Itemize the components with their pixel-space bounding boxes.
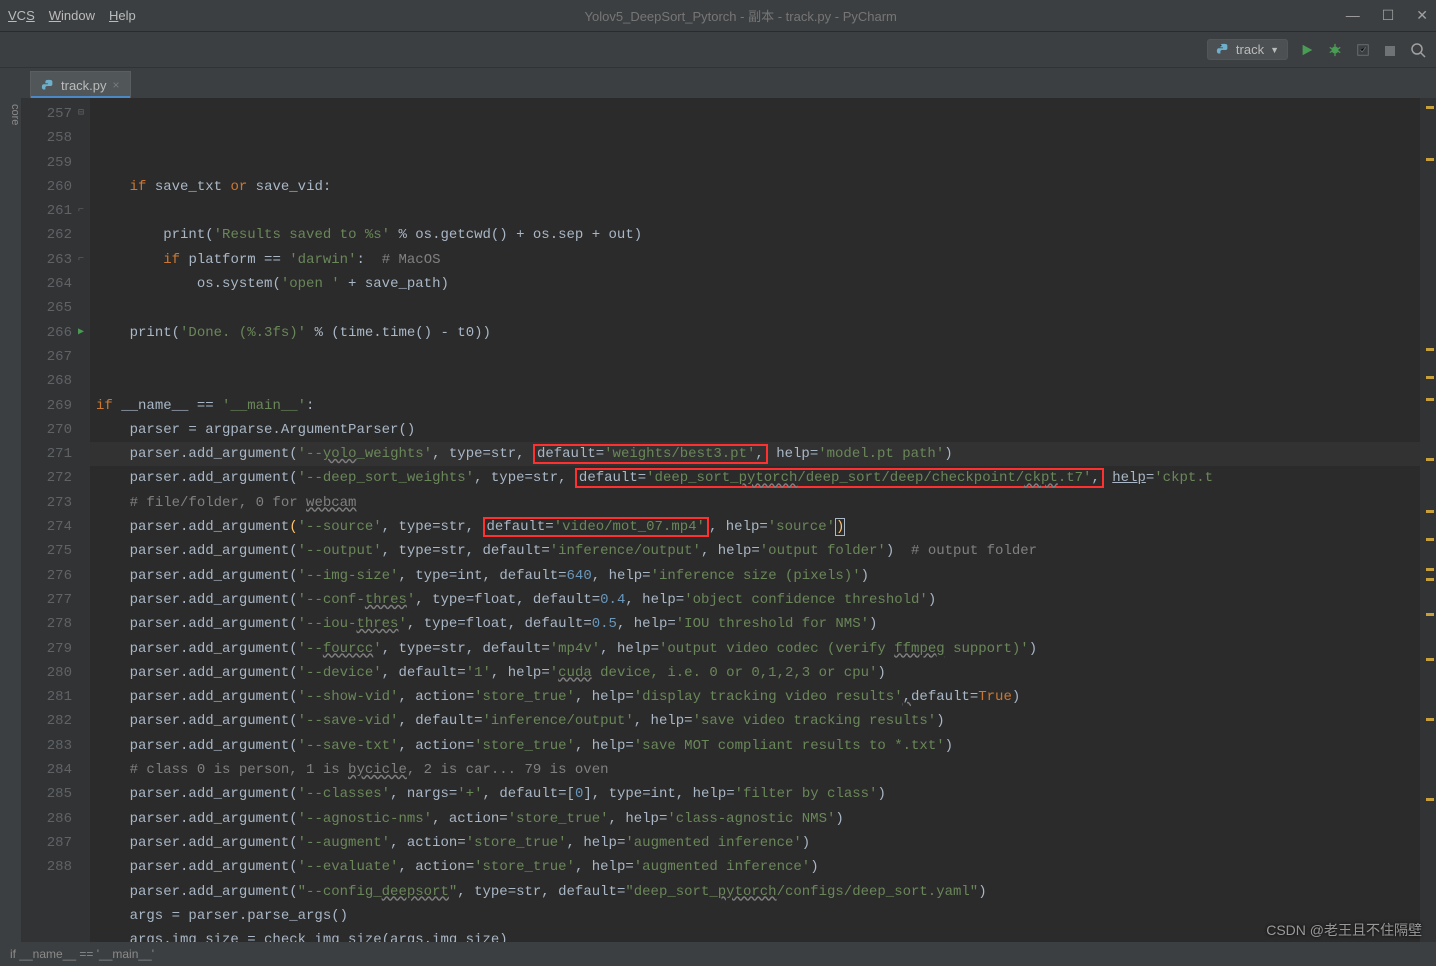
minimize-icon[interactable]: ― (1346, 7, 1360, 24)
editor-tabs: track.py × (0, 68, 1436, 98)
coverage-icon[interactable] (1356, 42, 1370, 58)
run-config-dropdown[interactable]: track ▼ (1207, 39, 1288, 61)
window-controls: ― ☐ ✕ (1346, 7, 1428, 24)
maximize-icon[interactable]: ☐ (1382, 7, 1395, 24)
tab-close-icon[interactable]: × (113, 78, 120, 92)
toolbar: track ▼ (0, 32, 1436, 68)
tab-label: track.py (61, 78, 107, 93)
side-tool-label[interactable]: core (0, 98, 22, 942)
breadcrumb-bar: if __name__ == '__main__' (0, 942, 1436, 966)
marker-strip[interactable] (1420, 98, 1436, 942)
line-gutter: 2572582592602612622632642652662672682692… (22, 98, 90, 942)
window-title: Yolov5_DeepSort_Pytorch - 副本 - track.py … (136, 6, 1346, 25)
menu-help[interactable]: Help (109, 8, 136, 23)
tab-track-py[interactable]: track.py × (30, 71, 131, 98)
watermark: CSDN @老王且不住隔壁 (1266, 920, 1422, 940)
debug-icon[interactable] (1328, 42, 1342, 58)
titlebar: VCS Window Help Yolov5_DeepSort_Pytorch … (0, 0, 1436, 32)
code-area[interactable]: if save_txt or save_vid: print('Results … (90, 98, 1420, 942)
editor[interactable]: 2572582592602612622632642652662672682692… (22, 98, 1436, 942)
menu-window[interactable]: Window (49, 8, 95, 23)
chevron-down-icon: ▼ (1270, 45, 1279, 55)
search-icon[interactable] (1410, 41, 1426, 58)
run-config-name: track (1236, 42, 1264, 57)
python-file-icon (41, 77, 55, 93)
close-icon[interactable]: ✕ (1416, 7, 1428, 24)
menubar: VCS Window Help (8, 8, 136, 23)
python-icon (1216, 42, 1230, 58)
editor-main: core 25725825926026126226326426526626726… (0, 98, 1436, 942)
stop-icon[interactable] (1384, 42, 1396, 57)
run-icon[interactable] (1300, 42, 1314, 58)
menu-vcs[interactable]: VCS (8, 8, 35, 23)
breadcrumb[interactable]: if __name__ == '__main__' (10, 947, 154, 961)
